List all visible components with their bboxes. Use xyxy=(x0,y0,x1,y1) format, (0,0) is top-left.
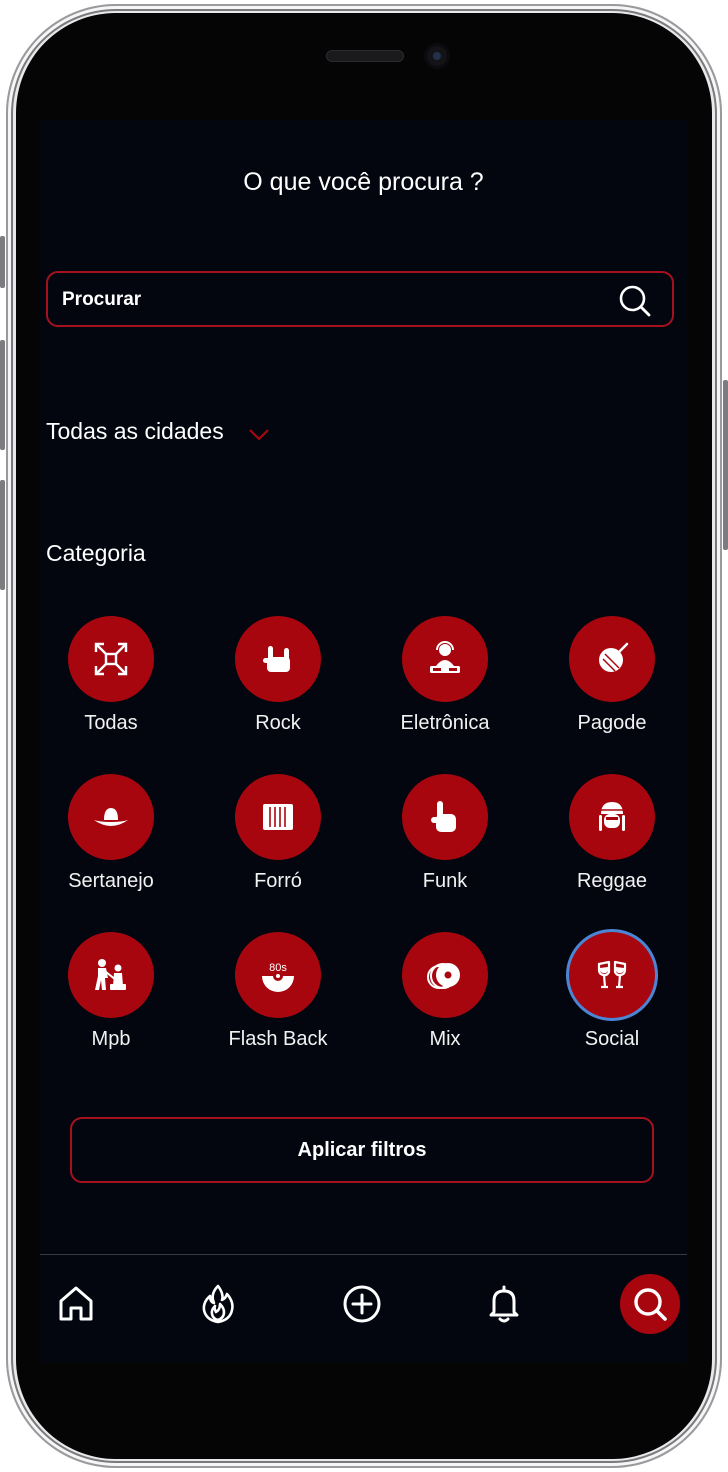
bottom-nav-divider xyxy=(40,1254,687,1255)
cd-stack-icon xyxy=(427,963,460,989)
category-icon-circle: 80s xyxy=(235,932,321,1018)
category-label: Pagode xyxy=(577,712,647,734)
category-sertanejo[interactable]: Sertanejo xyxy=(40,774,191,893)
singer-guitar-icon xyxy=(95,959,126,990)
category-label: Forró xyxy=(254,870,302,892)
category-pagode[interactable]: Pagode xyxy=(532,616,687,735)
toast-glasses-icon xyxy=(597,960,627,989)
expand-arrows-icon xyxy=(94,642,128,676)
category-label: Sertanejo xyxy=(68,870,154,892)
category-reggae[interactable]: Reggae xyxy=(532,774,687,893)
category-label: Flash Back xyxy=(228,1028,328,1050)
vinyl-80s-icon: 80s xyxy=(262,962,294,992)
category-icon-circle-selected xyxy=(569,932,655,1018)
category-eletronica[interactable]: Eletrônica xyxy=(365,616,525,735)
flame-icon xyxy=(202,1284,234,1324)
drum-icon xyxy=(599,642,629,672)
search-icon[interactable] xyxy=(618,284,652,318)
category-icon-circle xyxy=(569,774,655,860)
nav-search[interactable] xyxy=(620,1274,680,1334)
category-icon-circle xyxy=(402,932,488,1018)
category-label: Eletrônica xyxy=(400,712,490,734)
category-flash-back[interactable]: 80s Flash Back xyxy=(198,932,358,1051)
nav-add[interactable] xyxy=(332,1274,392,1334)
category-icon-circle xyxy=(569,616,655,702)
category-funk[interactable]: Funk xyxy=(365,774,525,893)
category-heading: Categoria xyxy=(46,540,146,566)
category-icon-circle xyxy=(402,774,488,860)
pointing-hand-icon xyxy=(431,801,456,832)
chevron-down-icon xyxy=(248,428,269,441)
page-title: O que você procura ? xyxy=(243,168,484,196)
category-icon-circle xyxy=(235,774,321,860)
nav-trending[interactable] xyxy=(188,1274,248,1334)
category-label: Rock xyxy=(255,712,301,734)
category-label: Funk xyxy=(422,870,468,892)
nav-home[interactable] xyxy=(46,1274,106,1334)
volume-down-button xyxy=(0,480,5,590)
apply-filters-button[interactable]: Aplicar filtros xyxy=(70,1117,654,1183)
category-label: Mpb xyxy=(91,1028,131,1050)
power-button xyxy=(723,380,728,550)
nav-notifications[interactable] xyxy=(474,1274,534,1334)
accordion-icon xyxy=(263,804,293,830)
plus-circle-icon xyxy=(343,1285,381,1323)
front-camera xyxy=(424,43,450,69)
speaker-grille xyxy=(326,50,404,62)
category-icon-circle xyxy=(68,616,154,702)
category-forro[interactable]: Forró xyxy=(198,774,358,893)
rasta-icon xyxy=(599,802,625,831)
category-todas[interactable]: Todas xyxy=(40,616,191,735)
category-label: Todas xyxy=(84,712,138,734)
category-icon-circle xyxy=(402,616,488,702)
bell-icon xyxy=(489,1285,519,1323)
cowboy-hat-icon xyxy=(94,808,128,826)
category-label: Reggae xyxy=(576,870,648,892)
category-icon-circle xyxy=(235,616,321,702)
dj-icon xyxy=(430,641,460,673)
city-dropdown[interactable]: Todas as cidades xyxy=(46,418,270,445)
category-icon-circle xyxy=(68,774,154,860)
city-dropdown-label: Todas as cidades xyxy=(46,418,224,444)
mute-switch xyxy=(0,236,5,288)
rock-hand-icon xyxy=(263,646,290,672)
volume-up-button xyxy=(0,340,5,450)
category-rock[interactable]: Rock xyxy=(198,616,358,735)
search-bar[interactable] xyxy=(46,271,674,327)
category-label: Mix xyxy=(429,1028,461,1050)
home-icon xyxy=(59,1286,93,1321)
category-social[interactable]: Social xyxy=(532,932,687,1051)
search-input[interactable] xyxy=(60,273,604,327)
category-icon-circle xyxy=(68,932,154,1018)
svg-text:80s: 80s xyxy=(269,962,287,974)
app-screen: O que você procura ? Todas as cidades Ca… xyxy=(40,120,687,1362)
search-icon xyxy=(634,1288,667,1321)
category-mpb[interactable]: Mpb xyxy=(40,932,191,1051)
category-label: Social xyxy=(584,1028,640,1050)
category-mix[interactable]: Mix xyxy=(365,932,525,1051)
